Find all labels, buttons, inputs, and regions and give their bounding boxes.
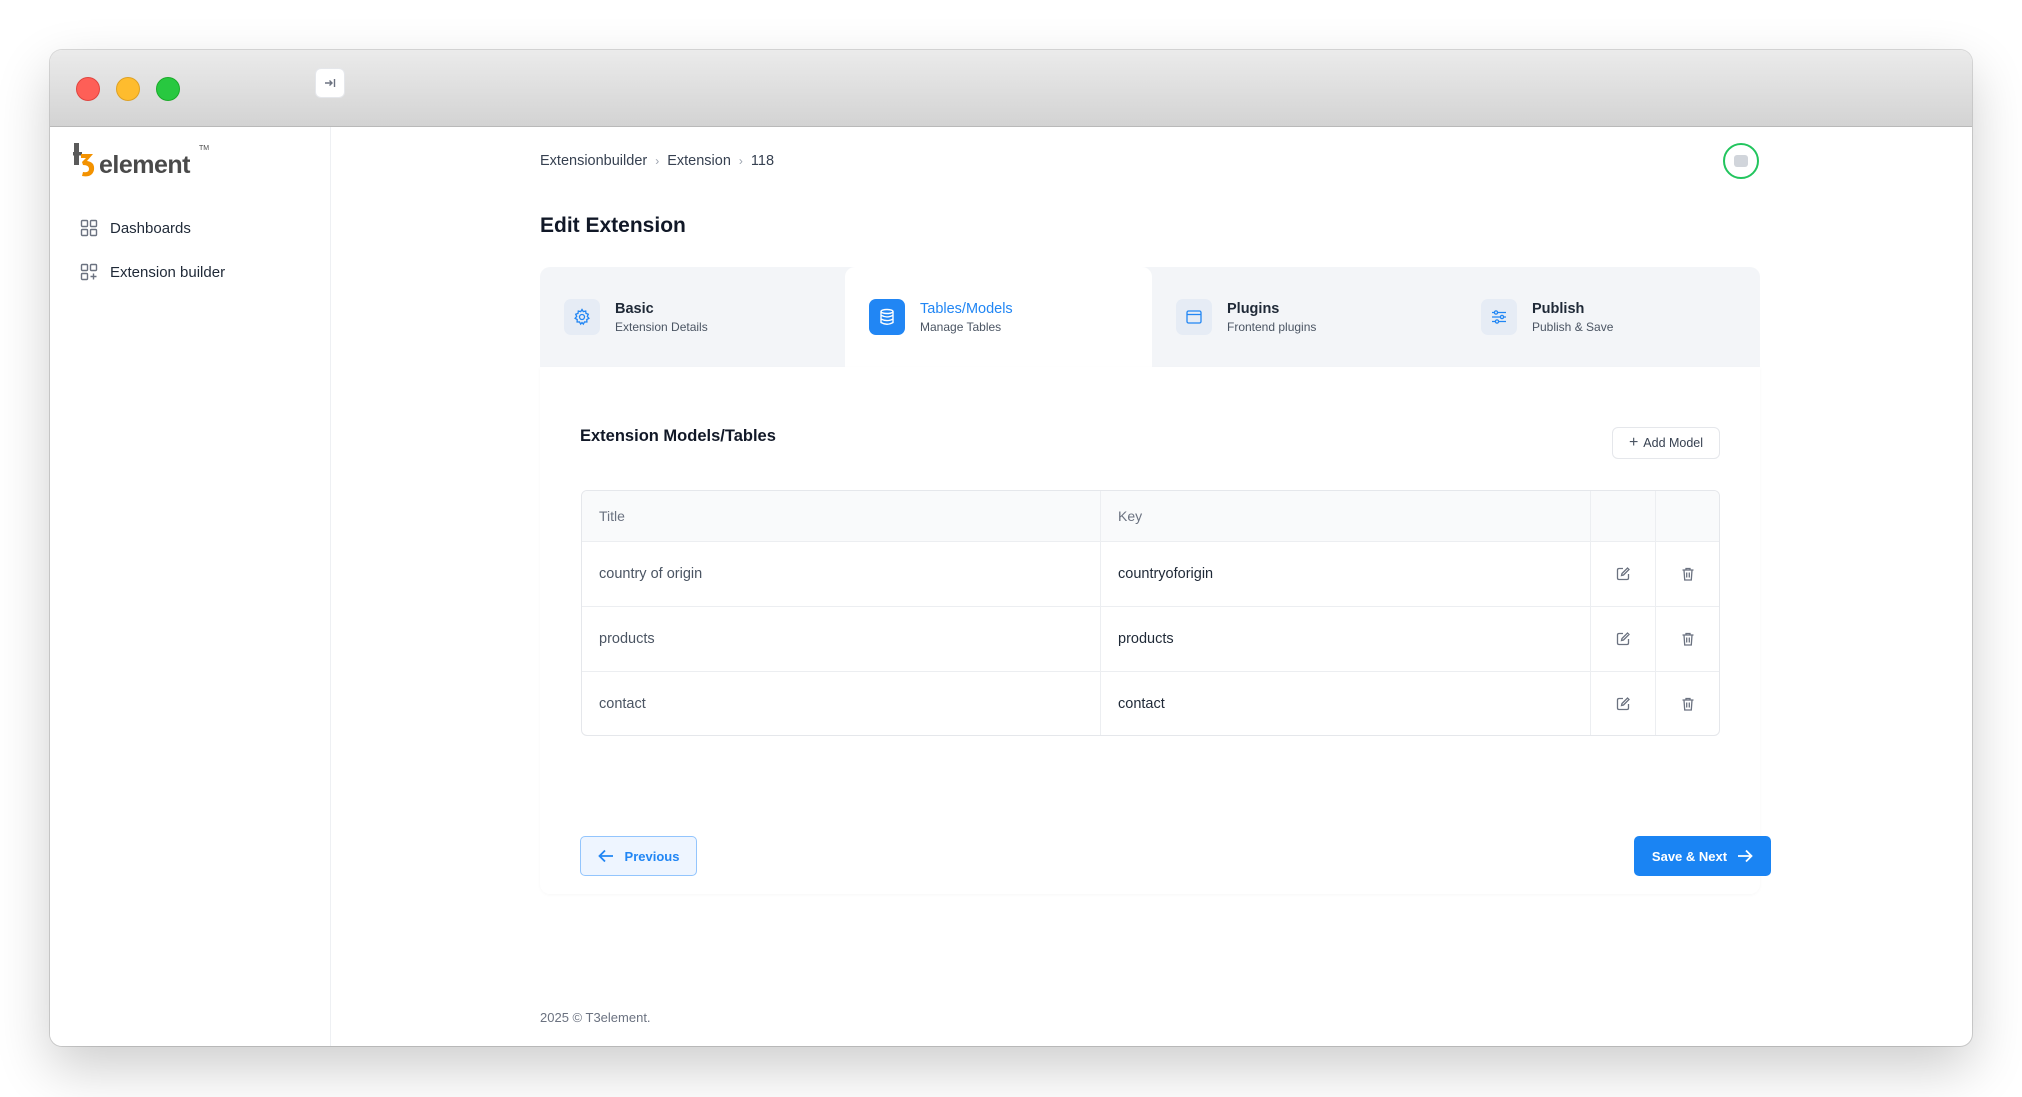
step-title: Publish [1532,300,1585,317]
chevron-right-icon: › [655,154,660,168]
step-subtitle: Extension Details [615,319,708,334]
t3-logo-icon [73,143,95,177]
sidebar-item-label: Dashboards [110,219,191,237]
delete-row-button[interactable] [1655,607,1719,671]
footer-brand-link[interactable]: T3element. [586,1010,651,1025]
step-icon-wrapper [1176,299,1212,335]
maximize-window-button[interactable] [156,77,180,101]
cell-title: country of origin [599,566,703,582]
edit-icon [1616,567,1630,581]
table-row: products products [582,606,1719,671]
cell-key: contact [1100,672,1590,735]
step-basic[interactable]: Basic Extension Details [540,267,845,367]
step-subtitle: Publish & Save [1532,319,1614,334]
sliders-icon [1492,310,1506,324]
logo-trademark: TM [199,145,210,152]
step-subtitle: Manage Tables [920,319,1002,334]
database-icon [880,308,894,325]
save-and-next-label: Save & Next [1651,848,1728,864]
step-text: Plugins Frontend plugins [1227,301,1316,334]
arrow-left-icon [597,849,613,863]
grid-plus-icon [80,263,98,281]
column-header-title: Title [599,508,625,524]
close-window-button[interactable] [76,77,100,101]
collapse-sidebar-button[interactable] [315,68,345,98]
step-text: Tables/Models Manage Tables [920,301,1013,334]
collapse-arrow-icon [325,79,336,87]
sidebar-item-extension-builder[interactable]: Extension builder [80,258,225,286]
column-header-key: Key [1100,491,1590,541]
t3element-logo[interactable]: element TM [73,143,213,179]
chevron-right-icon: › [738,154,743,168]
cell-title: contact [599,696,646,712]
breadcrumb: Extensionbuilder › Extension › 118 [540,153,774,169]
trash-icon [1682,567,1694,581]
step-text: Basic Extension Details [615,301,708,334]
cell-key: countryoforigin [1100,542,1590,606]
step-publish[interactable]: Publish Publish & Save [1457,267,1760,367]
edit-row-button[interactable] [1590,542,1655,606]
delete-row-button[interactable] [1655,672,1719,735]
step-icon-wrapper [1481,299,1517,335]
window-icon [1186,310,1202,324]
minimize-window-button[interactable] [116,77,140,101]
column-header-edit [1590,491,1655,541]
arrow-right-icon [1738,849,1753,863]
plus-icon: + [1628,434,1639,451]
add-model-button[interactable]: + Add Model [1612,427,1720,459]
section-title: Extension Models/Tables [580,427,776,445]
step-title: Tables/Models [920,300,1013,317]
step-title: Basic [615,300,654,317]
step-text: Publish Publish & Save [1532,301,1613,334]
edit-row-button[interactable] [1590,607,1655,671]
table-row: country of origin countryoforigin [582,541,1719,606]
table-header-row: Title Key [582,491,1719,541]
breadcrumb-item-extension[interactable]: Extension [667,153,731,169]
sidebar-item-label: Extension builder [110,263,226,281]
models-table: Title Key country of origin countryofori… [581,490,1720,736]
add-model-label: Add Model [1643,436,1704,450]
step-icon-wrapper [869,299,905,335]
logo-wordmark: element [99,151,190,179]
edit-row-button[interactable] [1590,672,1655,735]
edit-icon [1616,632,1630,646]
page-footer: 2025 © T3element. [540,1010,651,1025]
models-card: Extension Models/Tables + Add Model Titl… [540,367,1771,894]
avatar-placeholder-icon [1734,155,1748,167]
edit-icon [1616,697,1630,711]
cell-title: products [599,631,655,647]
table-row: contact contact [582,671,1719,735]
previous-button-label: Previous [624,848,680,864]
step-tables-models[interactable]: Tables/Models Manage Tables [845,267,1152,367]
step-subtitle: Frontend plugins [1227,319,1317,334]
user-avatar[interactable] [1723,143,1759,179]
previous-button[interactable]: Previous [580,836,697,876]
delete-row-button[interactable] [1655,542,1719,606]
trash-icon [1682,632,1694,646]
gear-icon [574,308,590,326]
sidebar: element TM Dashboards Extension builder [50,127,331,1046]
wizard-steps: Basic Extension Details Tables/Models Ma… [540,267,1760,367]
step-icon-wrapper [564,299,600,335]
grid-icon [80,219,98,237]
page-title: Edit Extension [540,214,686,237]
cell-key: products [1100,607,1590,671]
save-and-next-button[interactable]: Save & Next [1634,836,1771,876]
browser-window: element TM Dashboards Extension builder … [50,50,1972,1046]
step-plugins[interactable]: Plugins Frontend plugins [1152,267,1457,367]
sidebar-item-dashboards[interactable]: Dashboards [80,214,191,242]
column-header-delete [1655,491,1719,541]
trash-icon [1682,697,1694,711]
breadcrumb-item-current: 118 [750,153,775,169]
breadcrumb-item-extensionbuilder[interactable]: Extensionbuilder [540,153,647,169]
footer-copyright: 2025 © [540,1010,583,1025]
step-title: Plugins [1227,300,1280,317]
